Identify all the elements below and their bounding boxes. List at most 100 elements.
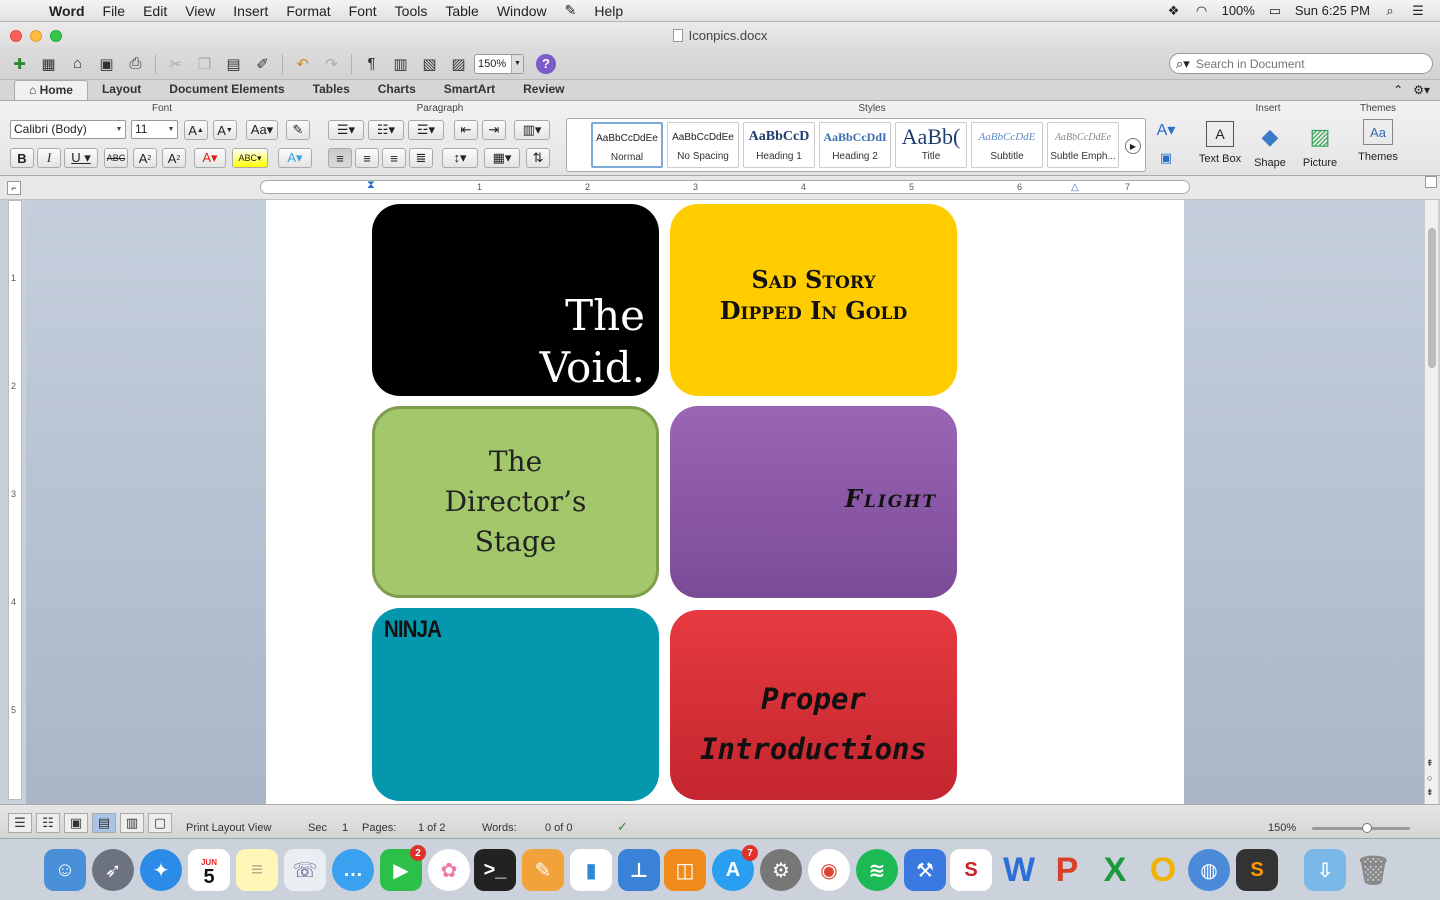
text-box-button[interactable]: A Text Box <box>1196 121 1244 165</box>
s-app-icon[interactable]: S <box>950 849 992 891</box>
numbering-icon[interactable]: ☷▾ <box>368 120 404 140</box>
focus-view-icon[interactable]: ▢ <box>148 813 172 833</box>
font-size-select[interactable]: 11 ▼ <box>131 120 178 139</box>
next-page-icon[interactable]: ⇟ <box>1426 787 1434 798</box>
scrollbar-thumb[interactable] <box>1428 228 1436 368</box>
ruler-toggle-icon[interactable] <box>1425 176 1437 188</box>
safari-icon[interactable]: ✦ <box>140 849 182 891</box>
text-effects-icon[interactable]: A▾ <box>278 148 312 168</box>
align-center-icon[interactable]: ≡ <box>355 148 379 168</box>
system-preferences-icon[interactable]: ⚙ <box>760 849 802 891</box>
toolbox-icon[interactable]: ▨ <box>445 52 472 76</box>
save-icon[interactable]: ▣ <box>93 52 120 76</box>
ribbon-settings-icon[interactable]: ⚙▾ <box>1413 83 1430 97</box>
card-flight[interactable]: Flight <box>670 406 957 598</box>
spotify-icon[interactable]: ≋ <box>856 849 898 891</box>
vertical-scrollbar[interactable]: ⇞ ○ ⇟ <box>1424 200 1438 804</box>
numbers-icon[interactable]: ▮ <box>570 849 612 891</box>
menu-edit[interactable]: Edit <box>134 3 176 19</box>
open-folder-icon[interactable]: ⌂ <box>64 52 91 76</box>
font-name-select[interactable]: Calibri (Body) ▼ <box>10 120 126 139</box>
bullets-icon[interactable]: ☰▾ <box>328 120 364 140</box>
search-input[interactable] <box>1195 56 1396 71</box>
vertical-ruler[interactable]: 1 2 3 4 5 <box>8 200 22 800</box>
xcode-icon[interactable]: ⚒ <box>904 849 946 891</box>
subscript-icon[interactable]: A2 <box>162 148 186 168</box>
menu-insert[interactable]: Insert <box>224 3 277 19</box>
undo-icon[interactable]: ↶ <box>289 52 316 76</box>
zoom-slider-knob[interactable] <box>1362 823 1372 833</box>
outlook-icon[interactable]: O <box>1142 849 1184 891</box>
picture-button[interactable]: ▨ Picture <box>1296 121 1344 169</box>
chrome-icon[interactable]: ◉ <box>808 849 850 891</box>
style-subtitle[interactable]: AaBbCcDdE Subtitle <box>971 122 1043 168</box>
justify-icon[interactable]: ≣ <box>409 148 433 168</box>
tab-review[interactable]: Review <box>509 80 578 100</box>
new-document-icon[interactable]: ✚ <box>6 52 33 76</box>
copy-icon[interactable]: ❐ <box>191 52 218 76</box>
show-formatting-icon[interactable]: ¶ <box>358 52 385 76</box>
document-canvas[interactable]: The Void. Sad Story Dipped In Gold The D… <box>26 200 1424 804</box>
line-spacing-icon[interactable]: ↕▾ <box>442 148 478 168</box>
menu-view[interactable]: View <box>176 3 224 19</box>
underline-icon[interactable]: U ▾ <box>64 148 98 168</box>
battery-icon[interactable]: ▭ <box>1267 3 1283 18</box>
browse-object-icon[interactable]: ○ <box>1427 773 1432 783</box>
publishing-view-icon[interactable]: ▣ <box>64 813 88 833</box>
columns-icon[interactable]: ▥▾ <box>514 120 550 140</box>
calendar-icon[interactable]: JUN 5 <box>188 849 230 891</box>
change-case-icon[interactable]: Aa▾ <box>246 120 278 140</box>
sidebar-icon[interactable]: ▧ <box>416 52 443 76</box>
print-icon[interactable]: ⎙ <box>122 52 149 76</box>
tab-home[interactable]: ⌂ Home <box>14 80 88 100</box>
print-layout-view-icon[interactable]: ▤ <box>92 813 116 833</box>
style-title[interactable]: AaBb( Title <box>895 122 967 168</box>
card-ninja[interactable]: NINJA <box>372 608 659 801</box>
tab-smartart[interactable]: SmartArt <box>430 80 509 100</box>
format-painter-icon[interactable]: ✐ <box>249 52 276 76</box>
minimize-window-button[interactable] <box>30 30 42 42</box>
collapse-ribbon-icon[interactable]: ⌃ <box>1393 83 1403 97</box>
superscript-icon[interactable]: A2 <box>133 148 157 168</box>
zoom-window-button[interactable] <box>50 30 62 42</box>
sort-icon[interactable]: ⇅ <box>526 148 550 168</box>
align-left-icon[interactable]: ≡ <box>328 148 352 168</box>
increase-indent-icon[interactable]: ⇥ <box>482 120 506 140</box>
grow-font-icon[interactable]: A ▲ <box>184 120 208 140</box>
redo-icon[interactable]: ↷ <box>318 52 345 76</box>
word-icon[interactable]: W <box>998 849 1040 891</box>
themes-button[interactable]: Aa Themes <box>1350 119 1406 163</box>
tab-tables[interactable]: Tables <box>299 80 364 100</box>
manage-styles-icon[interactable]: ▣ <box>1152 148 1180 168</box>
borders-icon[interactable]: ▦▾ <box>484 148 520 168</box>
draft-view-icon[interactable]: ☰ <box>8 813 32 833</box>
zoom-slider[interactable] <box>1312 823 1410 833</box>
menu-help[interactable]: Help <box>585 3 632 19</box>
paste-icon[interactable]: ▤ <box>220 52 247 76</box>
menu-word[interactable]: Word <box>40 3 94 19</box>
tab-selector-icon[interactable]: ⌐ <box>7 181 21 195</box>
tab-layout[interactable]: Layout <box>88 80 155 100</box>
font-color-icon[interactable]: A▾ <box>194 148 226 168</box>
style-normal[interactable]: AaBbCcDdEe Normal <box>591 122 663 168</box>
menu-format[interactable]: Format <box>277 3 339 19</box>
italic-icon[interactable]: I <box>37 148 61 168</box>
notes-icon[interactable]: ≡ <box>236 849 278 891</box>
multilevel-list-icon[interactable]: ☲▾ <box>408 120 444 140</box>
templates-icon[interactable]: ▦ <box>35 52 62 76</box>
shape-button[interactable]: ◆ Shape <box>1248 121 1292 169</box>
help-icon[interactable]: ? <box>536 53 556 74</box>
cut-icon[interactable]: ✂ <box>162 52 189 76</box>
horizontal-ruler[interactable]: 1 2 3 4 5 6 7 ⧗ △ <box>260 179 1190 194</box>
tab-charts[interactable]: Charts <box>364 80 430 100</box>
style-subtle-emphasis[interactable]: AaBbCcDdEe Subtle Emph... <box>1047 122 1119 168</box>
launchpad-icon[interactable]: ➶ <box>92 849 134 891</box>
keynote-icon[interactable]: ⊥ <box>618 849 660 891</box>
card-the-void[interactable]: The Void. <box>372 204 659 396</box>
network-icon[interactable]: ◍ <box>1188 849 1230 891</box>
photos-icon[interactable]: ✿ <box>428 849 470 891</box>
highlight-icon[interactable]: ABC▾ <box>232 148 268 168</box>
strikethrough-icon[interactable]: ABC <box>104 148 128 168</box>
styles-pane-icon[interactable]: A▾ <box>1152 120 1180 140</box>
clock[interactable]: Sun 6:25 PM <box>1295 3 1370 18</box>
